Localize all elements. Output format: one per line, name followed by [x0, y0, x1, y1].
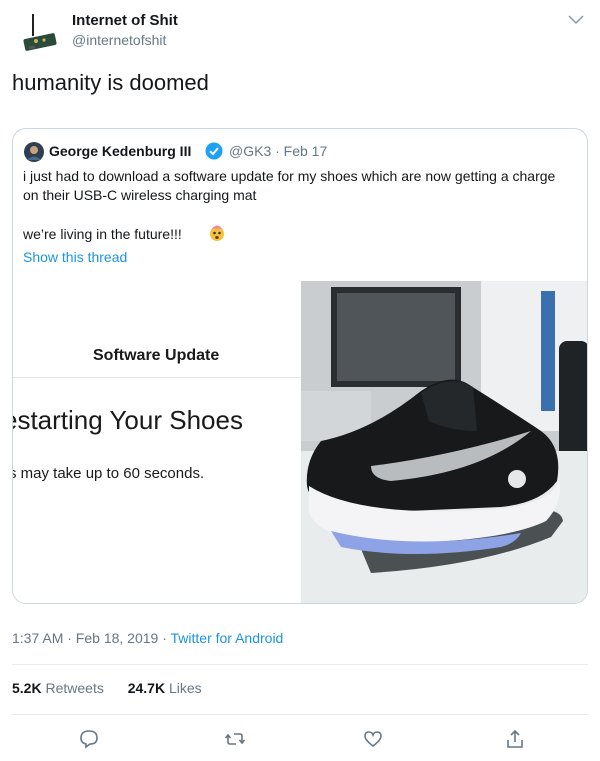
retweets-stat[interactable]: 5.2K Retweets — [12, 680, 104, 696]
tweet-timestamp: 1:37 AM · Feb 18, 2019 · Twitter for And… — [12, 630, 283, 646]
likes-stat[interactable]: 24.7K Likes — [128, 680, 202, 696]
account-avatar[interactable] — [14, 10, 62, 58]
tweet-text: humanity is doomed — [12, 70, 209, 95]
quoted-avatar[interactable] — [24, 142, 44, 162]
retweets-label: Retweets — [45, 680, 104, 696]
share-icon[interactable] — [504, 728, 526, 750]
quoted-media[interactable]: Software Update estarting Your Shoes s m… — [13, 281, 588, 604]
quoted-text: i just had to download a software update… — [23, 168, 556, 203]
quoted-text-2: we’re living in the future!!! — [23, 226, 182, 242]
source-link[interactable]: Twitter for Android — [171, 630, 284, 646]
quoted-tweet[interactable]: George Kedenburg III @GK3 · Feb 17 i jus… — [12, 128, 588, 604]
timestamp-text: 1:37 AM · Feb 18, 2019 · — [12, 630, 171, 646]
quoted-handle-date: @GK3 · Feb 17 — [229, 143, 328, 159]
exploding-head-emoji-icon — [210, 225, 224, 241]
tweet-stats: 5.2K Retweets 24.7K Likes — [12, 680, 222, 696]
account-name[interactable]: Internet of Shit — [72, 12, 178, 29]
retweet-icon[interactable] — [224, 728, 246, 750]
chevron-down-icon[interactable] — [566, 12, 586, 28]
update-title: Software Update — [93, 347, 220, 364]
stats-divider-top — [12, 664, 588, 665]
duration-text: s may take up to 60 seconds. — [13, 465, 205, 482]
shoe-photo[interactable] — [301, 281, 588, 604]
retweets-count: 5.2K — [12, 680, 42, 696]
show-thread-link[interactable]: Show this thread — [23, 249, 127, 265]
restart-text: estarting Your Shoes — [13, 405, 243, 435]
likes-label: Likes — [168, 680, 202, 696]
stats-divider-bottom — [12, 714, 588, 715]
like-icon[interactable] — [362, 728, 384, 750]
software-update-screenshot[interactable]: Software Update estarting Your Shoes s m… — [13, 281, 301, 603]
verified-badge-icon — [205, 142, 223, 160]
update-divider — [13, 377, 301, 378]
quoted-name[interactable]: George Kedenburg III — [49, 143, 191, 159]
reply-icon[interactable] — [78, 728, 100, 750]
likes-count: 24.7K — [127, 680, 166, 696]
tweet-header: Internet of Shit @internetofshit — [0, 0, 600, 60]
account-handle[interactable]: @internetofshit — [72, 32, 166, 48]
